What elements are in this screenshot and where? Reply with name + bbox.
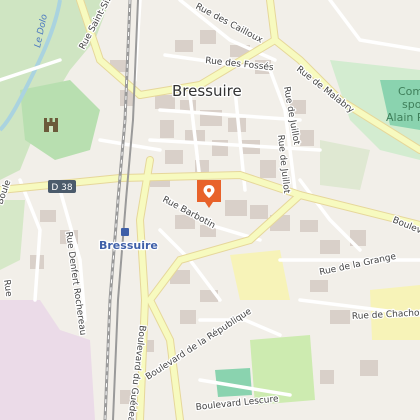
station-label: Bressuire — [99, 239, 158, 252]
road-badge-label: D 38 — [51, 183, 73, 193]
road-number-badge: D 38 — [48, 180, 76, 193]
side-label-line-3: Alain R — [386, 111, 420, 124]
train-station-icon[interactable] — [121, 228, 129, 236]
school-area — [230, 250, 290, 300]
city-label: Bressuire — [172, 82, 242, 100]
side-label-line-1: Com — [398, 85, 420, 98]
map-canvas: D 38 Rue Saint-Si... Rue des Cailloux Ru… — [0, 0, 420, 420]
side-label-line-2: spo — [402, 98, 420, 111]
map-view[interactable]: D 38 Rue Saint-Si... Rue des Cailloux Ru… — [0, 0, 420, 420]
castle-icon[interactable] — [44, 118, 58, 132]
